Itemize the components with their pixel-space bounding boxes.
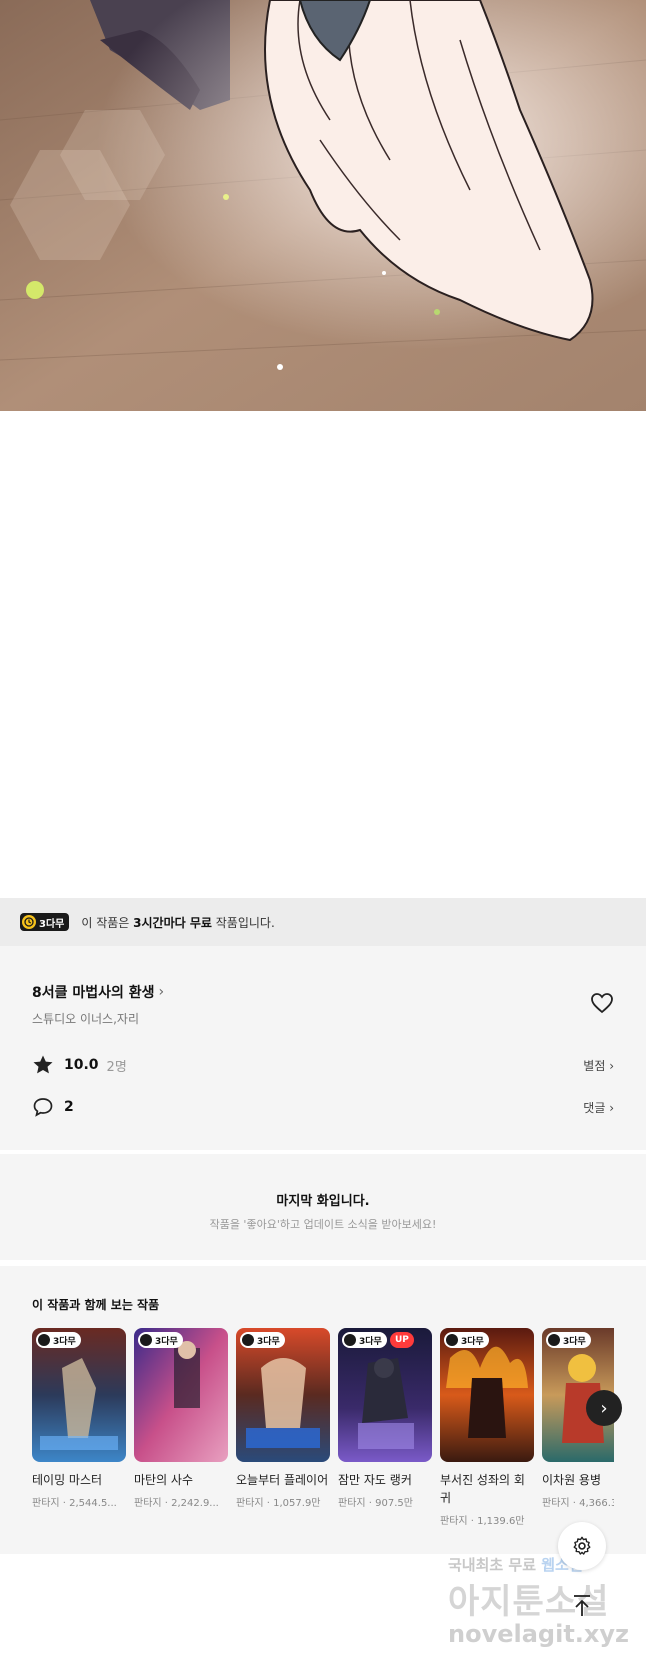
cover-image: 3다무: [440, 1328, 534, 1462]
banner-suffix: 작품입니다.: [211, 915, 275, 930]
arrow-up-icon[interactable]: [566, 1590, 598, 1622]
clock-icon: [140, 1334, 152, 1346]
card-meta: 판타지 · 2,544.5...: [32, 1498, 117, 1509]
card-meta: 판타지 · 1,057.9만: [236, 1498, 321, 1509]
comments-row: 2 댓글 ›: [32, 1095, 614, 1119]
related-card[interactable]: 3다무 마탄의 사수 판타지 · 2,242.9...: [134, 1328, 228, 1509]
related-carousel: 3다무 테이밍 마스터 판타지 · 2,544.5... 3다무 마탄의 사수 …: [32, 1328, 614, 1538]
clock-icon: [344, 1334, 356, 1346]
clock-icon: [22, 915, 36, 929]
badge-label: 3다무: [39, 918, 65, 930]
related-heading: 이 작품과 함께 보는 작품: [32, 1298, 160, 1312]
cover-image: 3다무: [32, 1328, 126, 1462]
badge-label: 3다무: [53, 1336, 76, 1347]
comment-count: 2: [64, 1099, 74, 1115]
badge-label: 3다무: [155, 1336, 178, 1347]
card-meta: 판타지 · 4,366.3: [542, 1498, 614, 1509]
wait-free-badge: 3다무: [342, 1332, 387, 1348]
related-card[interactable]: 3다무 테이밍 마스터 판타지 · 2,544.5...: [32, 1328, 126, 1509]
series-title-link[interactable]: 8서클 마법사의 환생 ›: [32, 982, 164, 1002]
watermark-domain: novelagit.xyz: [448, 1620, 630, 1648]
related-works-section: 이 작품과 함께 보는 작품 3다무 테이밍 마스터 판타지 · 2,544.5…: [0, 1266, 646, 1554]
site-watermark: 국내최초 무료 웹소설 아지툰소설 novelagit.xyz: [440, 1554, 646, 1669]
series-info-section: 8서클 마법사의 환생 › 스튜디오 이너스,자리 10.0 2명 별점 › 2…: [0, 946, 646, 1150]
series-title: 8서클 마법사의 환생: [32, 985, 155, 1001]
gear-icon[interactable]: [558, 1522, 606, 1570]
update-badge: UP: [390, 1332, 414, 1348]
wait-free-badge: 3다무: [240, 1332, 285, 1348]
watermark-tagline-a: 국내최초 무료: [448, 1556, 542, 1574]
card-meta: 판타지 · 1,139.6만: [440, 1516, 525, 1527]
cover-image: 3다무: [236, 1328, 330, 1462]
heart-icon[interactable]: [590, 992, 614, 1014]
card-title: 마탄의 사수: [134, 1473, 194, 1487]
wait-free-badge: 3다무: [546, 1332, 591, 1348]
comic-panel-image: [0, 0, 646, 411]
banner-emphasis: 3시간마다 무료: [133, 915, 212, 930]
rating-value: 10.0: [64, 1057, 99, 1073]
comment-icon: [32, 1096, 54, 1118]
badge-label: 3다무: [563, 1336, 586, 1347]
last-episode-heading: 마지막 화입니다.: [276, 1194, 370, 1209]
last-episode-subtext: 작품을 '좋아요'하고 업데이트 소식을 받아보세요!: [209, 1218, 437, 1231]
badge-label: 3다무: [257, 1336, 280, 1347]
free-info-banner: 3다무 이 작품은 3시간마다 무료 작품입니다.: [0, 898, 646, 946]
star-icon: [32, 1054, 54, 1076]
wait-free-badge: 3다무: [444, 1332, 489, 1348]
badge-label: 3다무: [359, 1336, 382, 1347]
card-title: 잠만 자도 랭커: [338, 1473, 412, 1487]
wait-free-badge: 3다무: [138, 1332, 183, 1348]
wait-free-badge: 3다무: [36, 1332, 81, 1348]
card-title: 부서진 성좌의 회귀: [440, 1473, 525, 1505]
badge-label: 3다무: [461, 1336, 484, 1347]
banner-prefix: 이 작품은: [81, 915, 134, 930]
related-card[interactable]: 3다무 부서진 성좌의 회귀 판타지 · 1,139.6만: [440, 1328, 534, 1527]
card-meta: 판타지 · 2,242.9...: [134, 1498, 219, 1509]
clock-icon: [242, 1334, 254, 1346]
last-episode-notice: 마지막 화입니다. 작품을 '좋아요'하고 업데이트 소식을 받아보세요!: [0, 1154, 646, 1260]
cover-image: 3다무 UP: [338, 1328, 432, 1462]
rating-link-label: 별점: [583, 1058, 606, 1073]
wait-free-badge: 3다무: [20, 913, 70, 931]
card-title: 오늘부터 플레이어: [236, 1473, 329, 1487]
card-meta: 판타지 · 907.5만: [338, 1498, 413, 1509]
clock-icon: [446, 1334, 458, 1346]
series-authors: 스튜디오 이너스,자리: [32, 1012, 139, 1026]
rating-link[interactable]: 별점 ›: [583, 1057, 614, 1074]
cover-image: 3다무: [134, 1328, 228, 1462]
episode-end-spacer: [0, 411, 646, 898]
chevron-right-icon: ›: [158, 984, 165, 1000]
clock-icon: [38, 1334, 50, 1346]
rating-count: 2명: [106, 1059, 127, 1075]
rating-row: 10.0 2명 별점 ›: [32, 1053, 614, 1077]
related-card[interactable]: 3다무 오늘부터 플레이어 판타지 · 1,057.9만: [236, 1328, 330, 1509]
related-card[interactable]: 3다무 UP 잠만 자도 랭커 판타지 · 907.5만: [338, 1328, 432, 1509]
comments-link[interactable]: 댓글 ›: [583, 1099, 614, 1116]
comments-link-label: 댓글: [583, 1100, 606, 1115]
chevron-right-icon[interactable]: ›: [586, 1390, 622, 1426]
clock-icon: [548, 1334, 560, 1346]
card-title: 테이밍 마스터: [32, 1473, 103, 1487]
card-title: 이차원 용병: [542, 1473, 602, 1487]
